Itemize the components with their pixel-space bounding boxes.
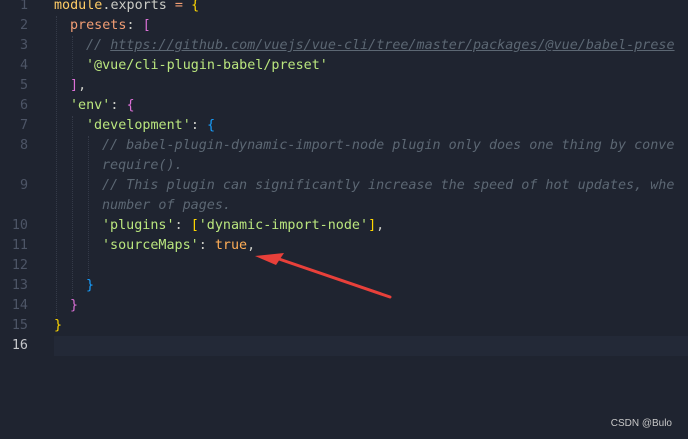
token-open-brace: { — [206, 118, 215, 133]
token-close-bracket: ] — [368, 218, 377, 233]
token-open-bracket: [ — [190, 218, 199, 233]
token-close-brace: } — [54, 318, 63, 333]
code-line-15[interactable]: } — [54, 316, 62, 336]
token-exports: exports — [110, 0, 167, 13]
code-line-11[interactable]: 'sourceMaps': true, — [102, 236, 255, 256]
line-number: 14 — [11, 298, 28, 313]
token-close-brace: } — [86, 278, 95, 293]
code-line-6[interactable]: 'env': { — [70, 96, 135, 116]
code-line-9-wrap[interactable]: number of pages. — [102, 196, 231, 216]
code-line-7[interactable]: 'development': { — [86, 116, 215, 136]
line-number: 4 — [19, 58, 28, 73]
code-line-1[interactable]: module.exports = { — [54, 0, 199, 16]
code-line-4[interactable]: '@vue/cli-plugin-babel/preset' — [86, 56, 328, 76]
token-env-key: 'env' — [70, 98, 111, 113]
code-line-3[interactable]: // https://github.com/vuejs/vue-cli/tree… — [86, 36, 675, 56]
line-number: 9 — [19, 178, 28, 193]
token-open-brace: { — [191, 0, 200, 13]
code-line-13[interactable]: } — [86, 276, 94, 296]
line-number: 1 — [19, 0, 28, 13]
token-comment-url[interactable]: https://github.com/vuejs/vue-cli/tree/ma… — [110, 38, 674, 53]
token-plugin-string: 'dynamic-import-node' — [198, 218, 369, 233]
token-comma: , — [78, 78, 87, 93]
token-close-bracket: ] — [70, 78, 79, 93]
code-line-8[interactable]: // babel-plugin-dynamic-import-node plug… — [102, 136, 674, 156]
token-comment: require(). — [102, 158, 183, 173]
line-number: 15 — [11, 318, 28, 333]
code-line-14[interactable]: } — [70, 296, 78, 316]
line-number: 11 — [11, 238, 28, 253]
code-line-2[interactable]: presets: [ — [70, 16, 151, 36]
code-line-8-wrap[interactable]: require(). — [102, 156, 183, 176]
token-true: true — [214, 238, 248, 253]
line-number-active: 16 — [11, 338, 28, 353]
line-number: 6 — [19, 98, 28, 113]
token-open-brace: { — [126, 98, 135, 113]
indent-guide — [72, 36, 73, 76]
token-presets-key: presets — [70, 18, 127, 33]
token-comment: // This plugin can significantly increas… — [102, 178, 675, 193]
line-number: 5 — [19, 78, 28, 93]
token-preset-string: '@vue/cli-plugin-babel/preset' — [86, 58, 328, 73]
line-number: 2 — [19, 18, 28, 33]
token-plugins-key: 'plugins' — [102, 218, 175, 233]
code-editor[interactable]: 1 2 3 4 5 6 7 8 9 10 11 12 13 14 15 16 m… — [0, 0, 688, 439]
arrow-head-icon — [255, 253, 284, 265]
token-colon: : — [174, 218, 191, 233]
current-line-highlight — [54, 336, 688, 356]
indent-guide — [88, 136, 89, 276]
token-colon: : — [190, 118, 207, 133]
watermark: CSDN @Bulo — [610, 418, 672, 429]
line-number-gutter: 1 2 3 4 5 6 7 8 9 10 11 12 13 14 15 16 — [0, 0, 34, 439]
token-open-bracket: [ — [142, 18, 151, 33]
code-line-5[interactable]: ], — [70, 76, 86, 96]
line-number: 10 — [11, 218, 28, 233]
token-comma: , — [376, 218, 385, 233]
token-assign: = — [166, 0, 192, 13]
token-colon: : — [110, 98, 127, 113]
token-development-key: 'development' — [86, 118, 191, 133]
line-number: 12 — [11, 258, 28, 273]
line-number: 13 — [11, 278, 28, 293]
indent-guide — [56, 16, 57, 316]
token-colon: : — [198, 238, 215, 253]
token-comma: , — [247, 238, 256, 253]
code-line-10[interactable]: 'plugins': ['dynamic-import-node'], — [102, 216, 384, 236]
arrow-shaft — [277, 257, 392, 299]
line-number: 3 — [19, 38, 28, 53]
code-line-9[interactable]: // This plugin can significantly increas… — [102, 176, 674, 196]
indent-guide — [72, 116, 73, 296]
line-number: 8 — [19, 138, 28, 153]
token-close-brace: } — [70, 298, 79, 313]
line-number: 7 — [19, 118, 28, 133]
token-comment: number of pages. — [102, 198, 231, 213]
token-comment-prefix: // — [86, 38, 111, 53]
token-module: module — [54, 0, 103, 13]
token-sourcemaps-key: 'sourceMaps' — [102, 238, 199, 253]
token-colon: : — [126, 18, 143, 33]
token-comment: // babel-plugin-dynamic-import-node plug… — [102, 138, 675, 153]
